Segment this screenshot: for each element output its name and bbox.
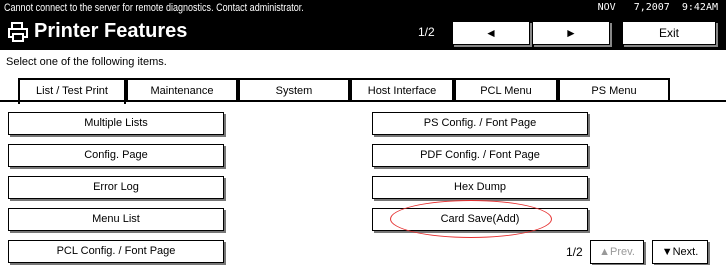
printer-icon — [8, 22, 28, 42]
prev-list-button[interactable]: ▲Prev. — [590, 240, 644, 264]
status-message: Cannot connect to the server for remote … — [4, 2, 304, 14]
pcl-config-font-page-button[interactable]: PCL Config. / Font Page — [8, 240, 224, 263]
tab-ps-menu[interactable]: PS Menu — [558, 78, 670, 102]
tab-host-interface[interactable]: Host Interface — [350, 78, 454, 102]
title-bar: Printer Features 1/2 ◄ ► Exit — [0, 16, 726, 50]
status-datetime: NOV 7,2007 9:42AM — [597, 2, 718, 13]
prev-page-button[interactable]: ◄ — [452, 21, 530, 45]
list-page-indicator: 1/2 — [566, 245, 583, 259]
next-list-button[interactable]: ▼Next. — [652, 240, 708, 264]
status-bar: Cannot connect to the server for remote … — [0, 0, 726, 16]
multiple-lists-button[interactable]: Multiple Lists — [8, 112, 224, 135]
right-arrow-icon: ► — [565, 26, 577, 40]
hex-dump-button[interactable]: Hex Dump — [372, 176, 588, 199]
left-arrow-icon: ◄ — [485, 26, 497, 40]
instruction-text: Select one of the following items. — [6, 56, 167, 68]
next-page-button[interactable]: ► — [532, 21, 610, 45]
ps-config-font-page-button[interactable]: PS Config. / Font Page — [372, 112, 588, 135]
tab-maintenance[interactable]: Maintenance — [126, 78, 238, 102]
tab-pcl-menu[interactable]: PCL Menu — [454, 78, 558, 102]
exit-button[interactable]: Exit — [622, 21, 716, 45]
tab-system[interactable]: System — [238, 78, 350, 102]
pdf-config-font-page-button[interactable]: PDF Config. / Font Page — [372, 144, 588, 167]
menu-list-button[interactable]: Menu List — [8, 208, 224, 231]
page-title: Printer Features — [34, 20, 188, 42]
tab-divider — [0, 100, 726, 102]
header-page-indicator: 1/2 — [418, 25, 435, 39]
highlight-ellipse — [390, 200, 552, 238]
config-page-button[interactable]: Config. Page — [8, 144, 224, 167]
error-log-button[interactable]: Error Log — [8, 176, 224, 199]
